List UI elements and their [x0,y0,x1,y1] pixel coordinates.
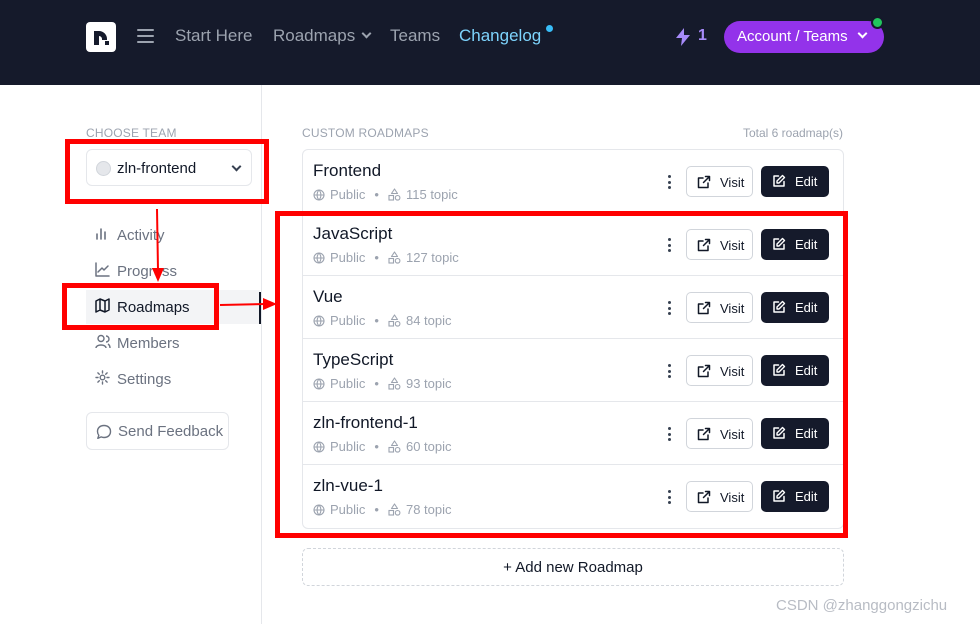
annotation-arrows [152,208,277,310]
arrow-head-right [263,298,277,310]
arrow-head-down [152,268,164,282]
watermark: CSDN @zhanggongzichu [776,597,948,614]
